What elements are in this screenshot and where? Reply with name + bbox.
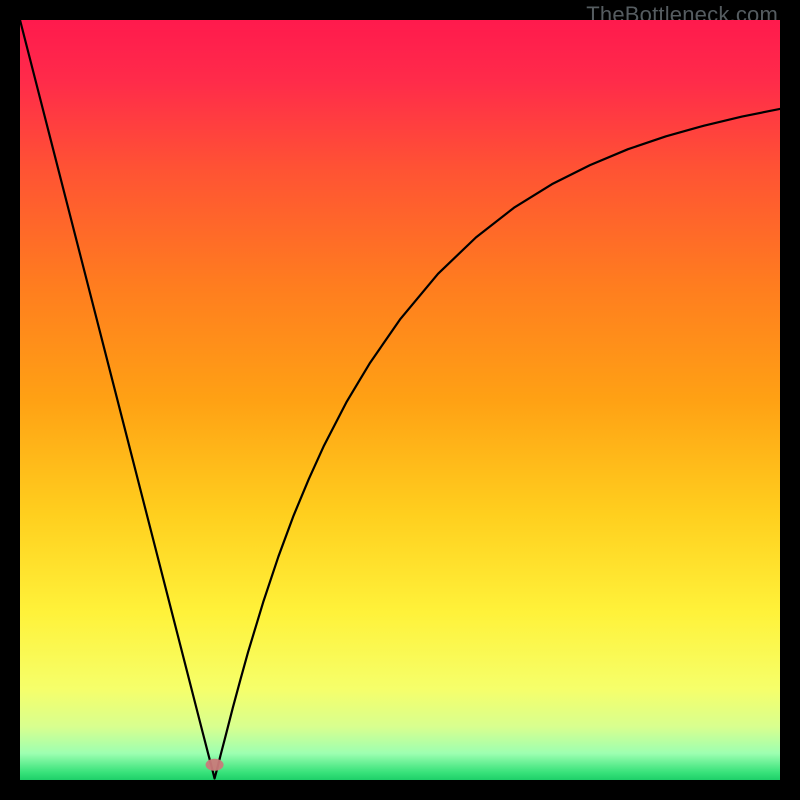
bottleneck-chart [20,20,780,780]
chart-frame [20,20,780,780]
gradient-background [20,20,780,780]
minimum-marker [206,759,224,771]
